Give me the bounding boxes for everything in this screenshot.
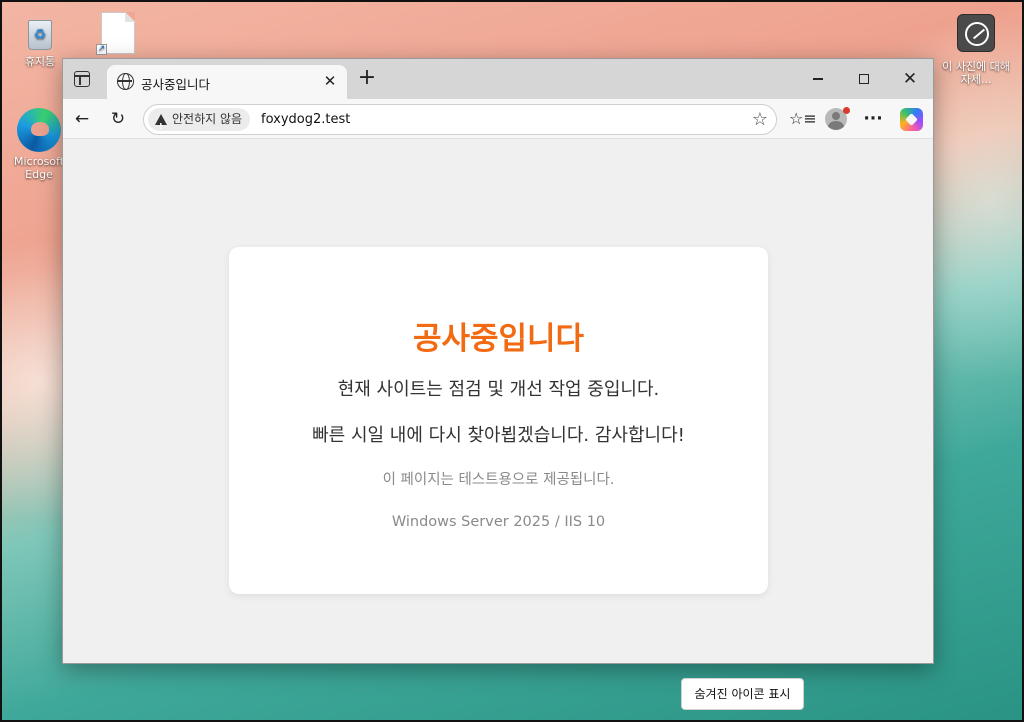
copilot-icon[interactable] bbox=[900, 108, 923, 131]
learn-about-photo-icon bbox=[957, 14, 995, 52]
minimize-button[interactable] bbox=[795, 67, 841, 91]
security-label: 안전하지 않음 bbox=[172, 112, 243, 126]
recycle-bin-icon: ♻ bbox=[23, 14, 57, 52]
desktop-icon-blank-file[interactable]: ↗ bbox=[83, 12, 153, 57]
close-window-button[interactable]: ✕ bbox=[887, 67, 933, 91]
url-text[interactable]: foxydog2.test bbox=[261, 112, 350, 127]
shortcut-arrow-icon: ↗ bbox=[96, 44, 107, 55]
desktop-icon-label: Microsoft Edge bbox=[13, 155, 65, 181]
desktop-icon-label: 이 사진에 대해 자세... bbox=[942, 60, 1010, 86]
tab-active[interactable]: 공사중입니다 ✕ bbox=[107, 65, 347, 99]
page-viewport: 공사중입니다 현재 사이트는 점검 및 개선 작업 중입니다. 빠른 시일 내에… bbox=[63, 139, 933, 663]
more-menu-icon[interactable]: ··· bbox=[860, 107, 886, 131]
test-note: 이 페이지는 테스트용으로 제공됩니다. bbox=[382, 472, 615, 488]
profile-notification-dot bbox=[843, 107, 850, 114]
security-badge[interactable]: 안전하지 않음 bbox=[148, 108, 251, 138]
back-button[interactable]: ← bbox=[69, 107, 95, 131]
show-hidden-icons-button[interactable]: 숨겨진 아이콘 표시 bbox=[681, 678, 804, 710]
new-tab-button[interactable]: + bbox=[355, 66, 379, 90]
desktop-icon-learn-about-photo[interactable]: 이 사진에 대해 자세... bbox=[941, 14, 1011, 86]
favorite-star-icon[interactable]: ☆ bbox=[752, 109, 768, 130]
server-info: Windows Server 2025 / IIS 10 bbox=[391, 514, 606, 530]
maintenance-card: 공사중입니다 현재 사이트는 점검 및 개선 작업 중입니다. 빠른 시일 내에… bbox=[229, 247, 768, 594]
minimize-icon bbox=[813, 78, 823, 80]
blank-file-shortcut-icon: ↗ bbox=[96, 12, 135, 55]
page-heading: 공사중입니다 bbox=[412, 321, 585, 357]
address-bar[interactable]: 안전하지 않음 foxydog2.test ☆ bbox=[143, 104, 777, 138]
edge-icon bbox=[17, 108, 61, 152]
tab-title: 공사중입니다 bbox=[141, 77, 211, 92]
warning-icon bbox=[155, 114, 167, 138]
tab-actions-icon[interactable] bbox=[74, 71, 90, 87]
maximize-button[interactable] bbox=[841, 67, 887, 91]
maximize-icon bbox=[859, 74, 869, 84]
browser-window: 공사중입니다 ✕ + ✕ ← ↻ 안전하지 않음 foxydog2.test ☆… bbox=[62, 58, 934, 664]
return-message: 빠른 시일 내에 다시 찾아뵙겠습니다. 감사합니다! bbox=[312, 425, 685, 446]
maintenance-message: 현재 사이트는 점검 및 개선 작업 중입니다. bbox=[337, 379, 660, 400]
refresh-button[interactable]: ↻ bbox=[105, 107, 131, 131]
tab-close-icon[interactable]: ✕ bbox=[321, 72, 339, 90]
favorites-icon[interactable]: ☆≡ bbox=[789, 107, 817, 131]
title-bar: 공사중입니다 ✕ + ✕ bbox=[63, 59, 933, 99]
globe-icon bbox=[117, 73, 134, 90]
browser-toolbar: ← ↻ 안전하지 않음 foxydog2.test ☆ ☆≡ ··· bbox=[63, 99, 933, 139]
